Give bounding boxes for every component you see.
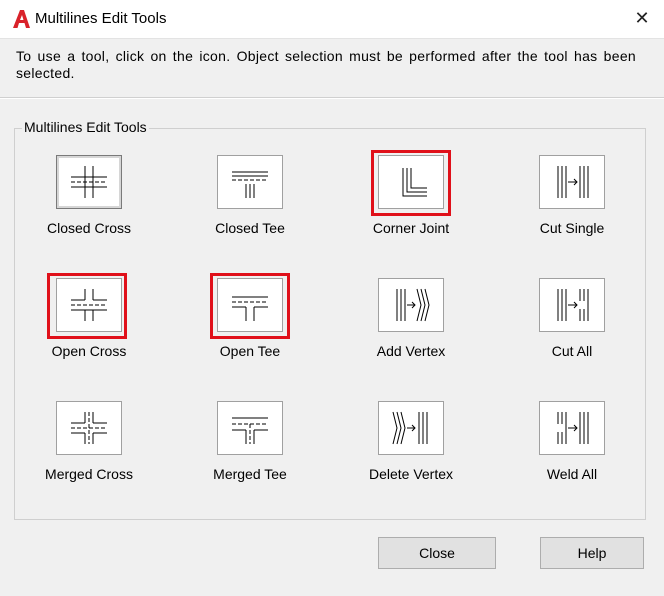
- tool-weld-all[interactable]: Weld All: [497, 401, 647, 501]
- tool-label: Corner Joint: [372, 220, 450, 236]
- tool-label: Open Cross: [51, 343, 127, 359]
- tool-label: Closed Tee: [215, 220, 285, 236]
- tool-label: Delete Vertex: [368, 466, 454, 482]
- weld-all-button[interactable]: [539, 401, 605, 455]
- tool-open-cross[interactable]: Open Cross: [14, 278, 164, 378]
- group-label: Multilines Edit Tools: [22, 119, 149, 135]
- merged-tee-button[interactable]: [217, 401, 283, 455]
- window-title: Multilines Edit Tools: [35, 10, 167, 27]
- delete-vertex-button[interactable]: [378, 401, 444, 455]
- closed-tee-icon: [232, 171, 268, 198]
- corner-joint-icon: [402, 168, 427, 197]
- tool-label: Weld All: [546, 466, 598, 482]
- separator: [0, 97, 664, 99]
- open-cross-button[interactable]: [56, 278, 122, 332]
- close-button[interactable]: Close: [378, 537, 496, 569]
- merged-cross-button[interactable]: [56, 401, 122, 455]
- tool-cut-all[interactable]: Cut All: [497, 278, 647, 378]
- close-window-icon[interactable]: ✕: [628, 4, 656, 32]
- open-cross-icon: [71, 289, 107, 321]
- weld-all-icon: [557, 412, 589, 444]
- tool-merged-tee[interactable]: Merged Tee: [175, 401, 325, 501]
- corner-joint-button[interactable]: [378, 155, 444, 209]
- tool-cut-single[interactable]: Cut Single: [497, 155, 647, 255]
- tool-label: Cut All: [551, 343, 593, 359]
- title-bar: Multilines Edit Tools ✕: [0, 0, 664, 39]
- merged-tee-icon: [232, 417, 268, 444]
- tool-closed-tee[interactable]: Closed Tee: [175, 155, 325, 255]
- cut-all-icon: [557, 289, 589, 321]
- add-vertex-icon: [396, 288, 430, 322]
- tool-corner-joint[interactable]: Corner Joint: [336, 155, 486, 255]
- cut-all-button[interactable]: [539, 278, 605, 332]
- tool-label: Add Vertex: [376, 343, 446, 359]
- open-tee-icon: [232, 296, 268, 321]
- add-vertex-button[interactable]: [378, 278, 444, 332]
- tool-label: Closed Cross: [46, 220, 132, 236]
- cut-single-button[interactable]: [539, 155, 605, 209]
- tool-closed-cross[interactable]: Closed Cross: [14, 155, 164, 255]
- autocad-a-icon: [13, 10, 30, 28]
- closed-tee-button[interactable]: [217, 155, 283, 209]
- delete-vertex-icon: [392, 411, 428, 445]
- tool-label: Cut Single: [539, 220, 605, 236]
- merged-cross-icon: [71, 412, 107, 444]
- tool-label: Merged Tee: [213, 466, 287, 482]
- cut-single-icon: [557, 166, 589, 198]
- tool-add-vertex[interactable]: Add Vertex: [336, 278, 486, 378]
- tool-open-tee[interactable]: Open Tee: [175, 278, 325, 378]
- tool-label: Open Tee: [219, 343, 281, 359]
- tool-delete-vertex[interactable]: Delete Vertex: [336, 401, 486, 501]
- open-tee-button[interactable]: [217, 278, 283, 332]
- tool-merged-cross[interactable]: Merged Cross: [14, 401, 164, 501]
- tool-label: Merged Cross: [45, 466, 133, 482]
- help-button[interactable]: Help: [540, 537, 644, 569]
- closed-cross-icon: [71, 166, 107, 198]
- instructions-text: To use a tool, click on the icon. Object…: [16, 48, 636, 81]
- closed-cross-button[interactable]: [56, 155, 122, 209]
